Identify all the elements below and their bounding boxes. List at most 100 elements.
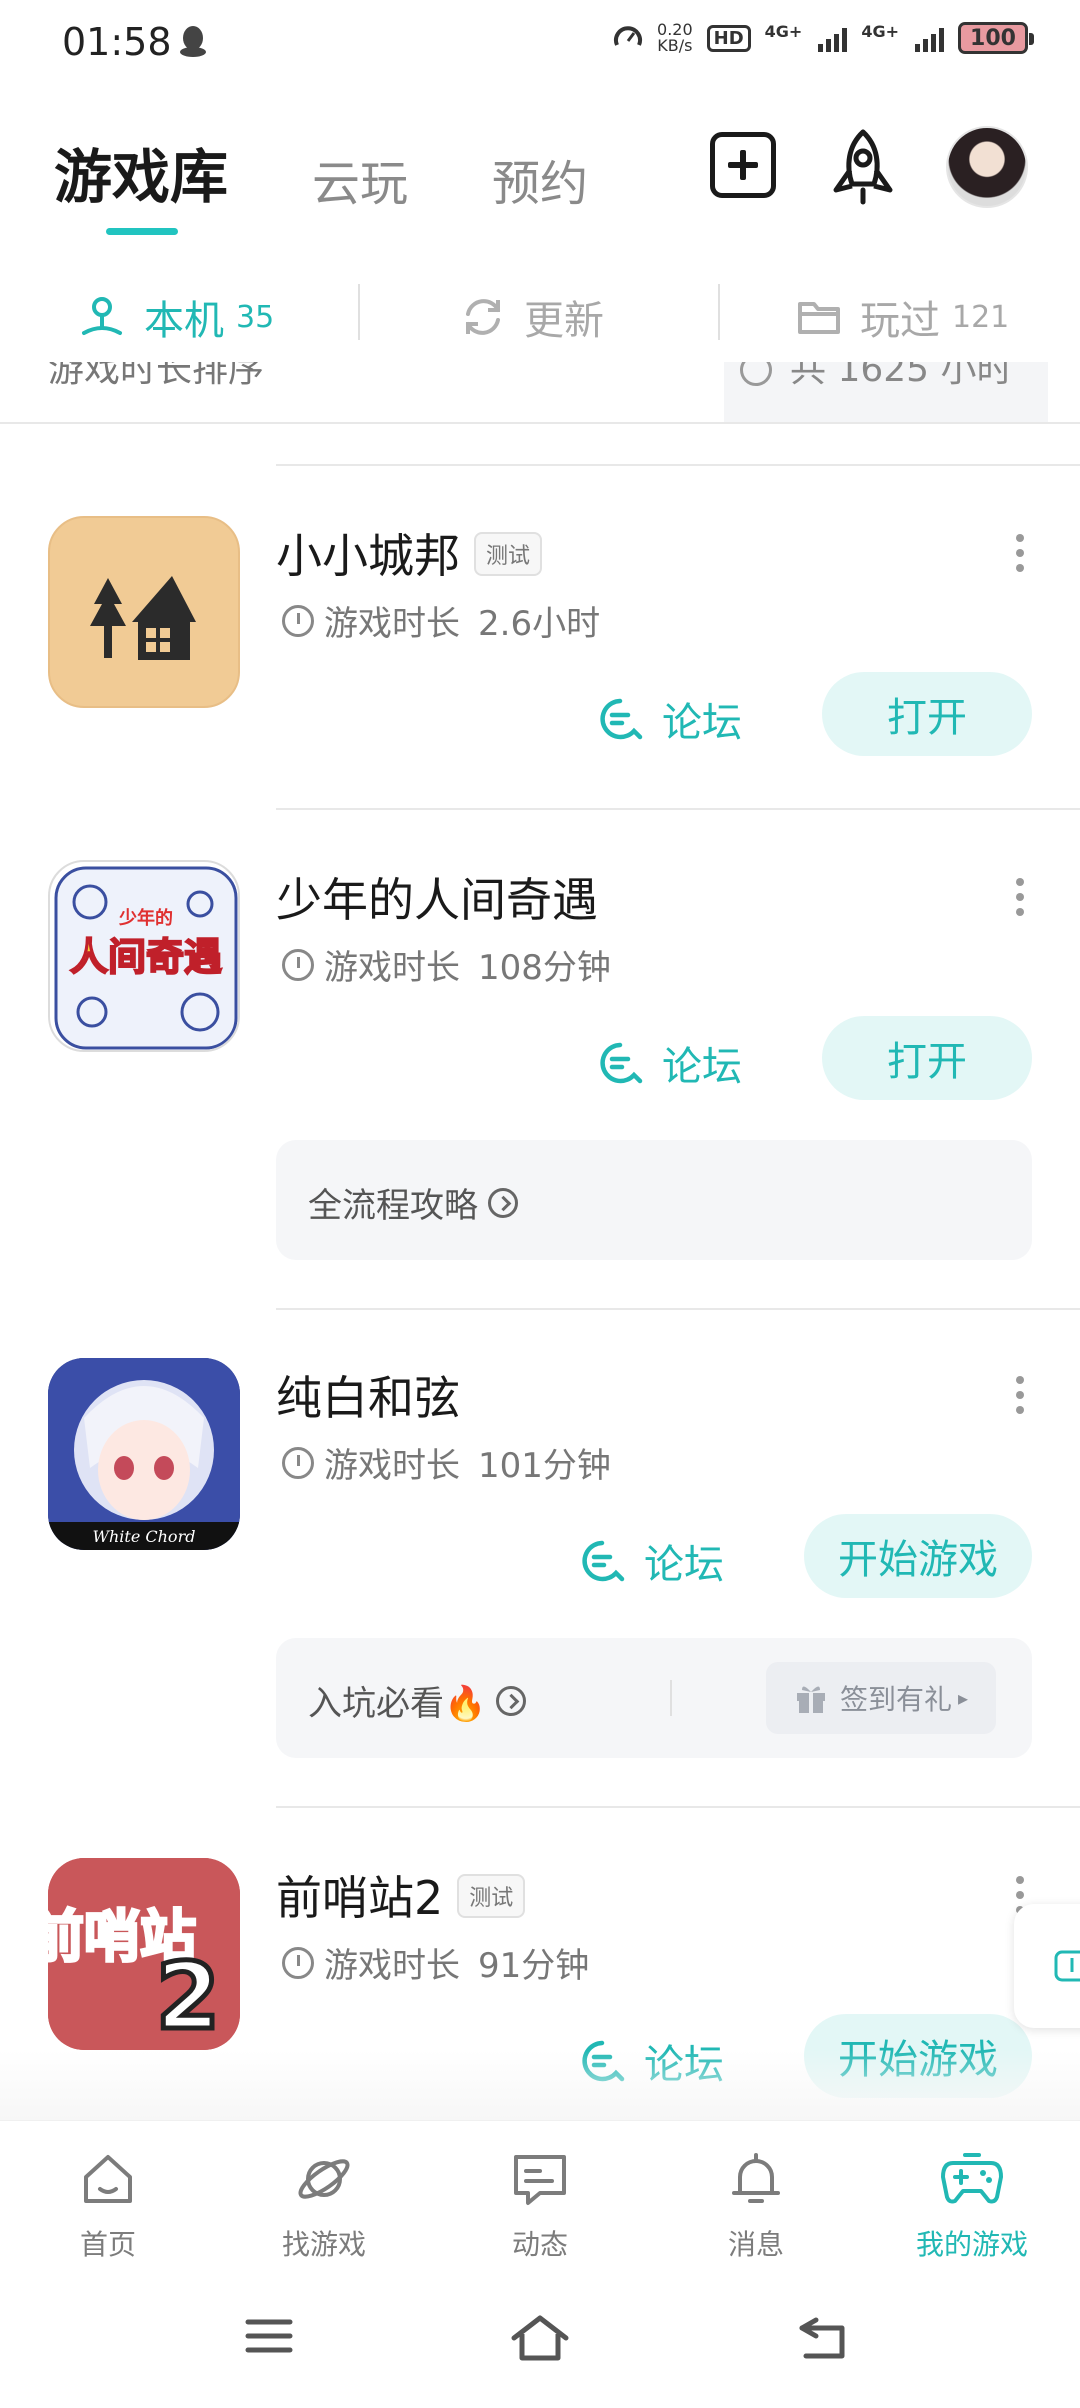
tab-reservation[interactable]: 预约 xyxy=(492,144,588,214)
menu-icon[interactable] xyxy=(244,2314,294,2358)
playtime-value: 101分钟 xyxy=(478,1446,611,1486)
nav-feed[interactable]: 动态 xyxy=(470,2149,610,2263)
subtab-played[interactable]: 玩过 121 xyxy=(796,288,1009,346)
game-icon-little-city[interactable] xyxy=(48,516,240,708)
list-divider xyxy=(276,1806,1080,1808)
nav-messages[interactable]: 消息 xyxy=(686,2149,826,2263)
playtime-label: 游戏时长 xyxy=(324,604,460,644)
playtime: 游戏时长 91分钟 xyxy=(282,1938,589,1987)
download-icon xyxy=(1054,1950,1080,1982)
more-options-icon[interactable] xyxy=(1016,878,1026,918)
forum-label: 论坛 xyxy=(662,700,742,746)
folder-icon xyxy=(798,302,840,334)
guide-link[interactable]: 全流程攻略 xyxy=(308,1178,518,1227)
guide-label: 全流程攻略 xyxy=(308,1186,478,1226)
game-icon-outpost-2[interactable]: 前哨站 2 xyxy=(48,1858,240,2050)
forum-icon xyxy=(600,698,643,740)
refresh-icon xyxy=(466,299,500,335)
playtime: 游戏时长 108分钟 xyxy=(282,940,611,989)
tab-cloud-play[interactable]: 云玩 xyxy=(312,144,408,214)
forum-button[interactable]: 论坛 xyxy=(578,1532,724,1590)
playtime-label: 游戏时长 xyxy=(324,948,460,988)
guide-link[interactable]: 入坑必看🔥 xyxy=(308,1676,527,1725)
subtab-local-label: 本机 xyxy=(144,298,224,344)
playtime-value: 2.6小时 xyxy=(478,604,601,644)
game-icon-youth-adventure[interactable]: 少年的 人间奇遇 xyxy=(48,860,240,1052)
nav-home[interactable]: 首页 xyxy=(38,2149,178,2263)
forum-label: 论坛 xyxy=(662,1044,742,1090)
floating-download-tab[interactable] xyxy=(1014,1904,1080,2028)
back-icon[interactable] xyxy=(796,2314,848,2362)
more-options-icon[interactable] xyxy=(1016,534,1026,574)
subtab-local[interactable]: 本机 35 xyxy=(78,288,274,346)
avatar[interactable] xyxy=(946,126,1028,208)
bottom-nav: 首页 找游戏 动态 消息 我的游戏 xyxy=(0,2120,1080,2268)
forum-button[interactable]: 论坛 xyxy=(596,690,742,748)
timer-icon xyxy=(282,604,314,637)
open-button[interactable]: 打开 xyxy=(822,1016,1032,1100)
game-art-title: 人间奇遇 xyxy=(70,935,222,979)
timer-icon xyxy=(282,1446,314,1479)
playtime-value: 91分钟 xyxy=(478,1946,590,1986)
net-speed: 0.20 KB/s xyxy=(657,22,693,54)
open-button[interactable]: 打开 xyxy=(822,672,1032,756)
status-indicators: 0.20 KB/s HD 4G+ 4G+ 100 xyxy=(613,22,1034,54)
guide-card: 入坑必看🔥 签到有礼 ▸ xyxy=(276,1638,1032,1758)
game-art: 少年的 人间奇遇 xyxy=(54,866,238,1050)
signal-label-2: 4G+ xyxy=(861,22,899,41)
forum-button[interactable]: 论坛 xyxy=(596,1034,742,1092)
gamepad-icon xyxy=(941,2153,1003,2204)
list-divider xyxy=(276,464,1080,466)
nav-my-games-label: 我的游戏 xyxy=(915,2228,1028,2261)
game-title[interactable]: 前哨站2 测试 xyxy=(276,1862,526,1928)
rocket-icon[interactable] xyxy=(826,128,900,206)
game-icon-white-chord[interactable]: White Chord xyxy=(48,1358,240,1550)
playtime: 游戏时长 101分钟 xyxy=(282,1438,611,1487)
status-time: 01:58 xyxy=(62,20,172,64)
game-title[interactable]: 纯白和弦 xyxy=(276,1362,460,1428)
status-bar: 01:58 0.20 KB/s HD 4G+ 4G+ 100 xyxy=(0,0,1080,88)
nav-my-games[interactable]: 我的游戏 xyxy=(902,2149,1042,2263)
gift-icon xyxy=(796,1686,825,1713)
signal-bars-1 xyxy=(818,24,848,52)
more-options-icon[interactable] xyxy=(1016,1376,1026,1416)
tab-game-library[interactable]: 游戏库 xyxy=(54,130,228,214)
timer-icon xyxy=(282,948,314,981)
game-art: White Chord xyxy=(48,1358,240,1550)
subtabs: 本机 35 更新 玩过 121 xyxy=(0,270,1080,360)
nav-find-games[interactable]: 找游戏 xyxy=(254,2149,394,2263)
subtab-local-count: 35 xyxy=(236,299,275,335)
bell-icon xyxy=(732,2153,780,2203)
guide-card[interactable]: 全流程攻略 xyxy=(276,1140,1032,1260)
list-divider xyxy=(276,1308,1080,1310)
house-icon xyxy=(90,576,196,660)
game-title[interactable]: 少年的人间奇遇 xyxy=(276,864,598,930)
header-tabs: 游戏库 云玩 预约 xyxy=(54,130,588,214)
signin-reward-button[interactable]: 签到有礼 ▸ xyxy=(766,1662,996,1734)
game-title-text: 小小城邦 xyxy=(276,529,460,583)
chat-icon xyxy=(514,2155,566,2205)
home-icon xyxy=(84,2155,132,2203)
add-icon[interactable] xyxy=(710,132,776,198)
clock-icon xyxy=(740,362,772,386)
arrow-circle-icon xyxy=(488,1187,518,1218)
start-game-button[interactable]: 开始游戏 xyxy=(804,1514,1032,1598)
nav-feed-label: 动态 xyxy=(511,2228,568,2261)
forum-icon xyxy=(582,1540,625,1582)
nav-messages-label: 消息 xyxy=(727,2228,784,2261)
sort-dropdown[interactable]: 游戏时长排序 xyxy=(48,362,264,392)
system-home-icon[interactable] xyxy=(508,2314,572,2362)
subtab-divider xyxy=(358,284,360,340)
subtab-divider xyxy=(718,284,720,340)
tab-active-indicator xyxy=(106,228,178,235)
playtime-value: 108分钟 xyxy=(478,948,611,988)
subtab-update[interactable]: 更新 xyxy=(460,288,604,346)
subtab-played-count: 121 xyxy=(952,299,1010,335)
test-badge: 测试 xyxy=(474,531,543,576)
game-title-text: 少年的人间奇遇 xyxy=(276,873,598,927)
nav-find-games-label: 找游戏 xyxy=(281,2228,366,2261)
arrow-circle-icon xyxy=(496,1685,527,1716)
game-title[interactable]: 小小城邦 测试 xyxy=(276,520,543,586)
subtab-played-label: 玩过 xyxy=(860,298,940,344)
game-art-title: White Chord xyxy=(93,1527,196,1546)
